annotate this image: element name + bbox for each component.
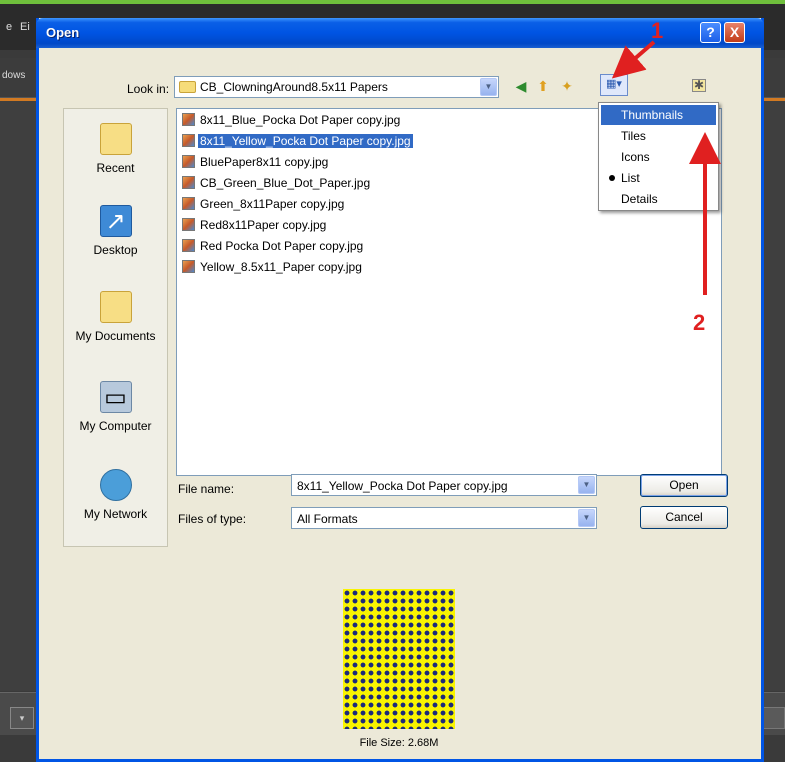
place-desktop[interactable]: ↗ Desktop bbox=[64, 205, 167, 257]
documents-folder-icon bbox=[99, 291, 132, 323]
place-label: My Computer bbox=[79, 419, 152, 433]
place-my-computer[interactable]: ▭ My Computer bbox=[64, 381, 167, 433]
dialog-title: Open bbox=[46, 25, 80, 40]
image-preview bbox=[343, 589, 455, 729]
place-label: Desktop bbox=[93, 243, 138, 257]
place-recent[interactable]: Recent bbox=[64, 123, 167, 175]
image-file-icon bbox=[182, 197, 195, 210]
desktop-icon: ↗ bbox=[99, 205, 132, 237]
look-in-label: Look in: bbox=[127, 82, 170, 96]
open-dialog: Open ? X Look in: CB_ClowningAround8.5x1… bbox=[36, 18, 764, 762]
annotation-step-1: 1 bbox=[651, 18, 664, 43]
file-name-label: File name: bbox=[178, 482, 235, 496]
view-option-icons[interactable]: Icons bbox=[601, 147, 716, 167]
back-arrow-icon[interactable]: ◀ bbox=[512, 77, 530, 95]
files-of-type-dropdown[interactable]: All Formats ▼ bbox=[291, 507, 597, 529]
file-list-item-selected[interactable]: 8x11_Yellow_Pocka Dot Paper copy.jpg bbox=[182, 133, 413, 150]
chevron-down-icon[interactable]: ▼ bbox=[578, 509, 595, 527]
file-list-item[interactable]: BluePaper8x11 copy.jpg bbox=[182, 154, 330, 171]
file-name-field[interactable]: 8x11_Yellow_Pocka Dot Paper copy.jpg ▼ bbox=[291, 474, 597, 496]
chevron-down-icon[interactable]: ▼ bbox=[578, 476, 595, 494]
image-file-icon bbox=[182, 260, 195, 273]
place-my-network[interactable]: My Network bbox=[64, 469, 167, 521]
image-file-icon bbox=[182, 155, 195, 168]
file-list-item[interactable]: Green_8x11Paper copy.jpg bbox=[182, 196, 346, 213]
image-file-icon bbox=[182, 239, 195, 252]
views-menu-icon[interactable]: ▦▾ bbox=[600, 74, 628, 96]
app-dropdown[interactable]: ▾ bbox=[10, 707, 34, 729]
app-panel-label: dows bbox=[2, 70, 26, 81]
file-list-item[interactable]: CB_Green_Blue_Dot_Paper.jpg bbox=[182, 175, 372, 192]
cancel-button[interactable]: Cancel bbox=[640, 506, 728, 529]
view-option-thumbnails[interactable]: Thumbnails bbox=[601, 105, 716, 125]
files-of-type-value: All Formats bbox=[297, 512, 358, 526]
file-name-value: 8x11_Yellow_Pocka Dot Paper copy.jpg bbox=[297, 479, 508, 493]
look-in-value: CB_ClowningAround8.5x11 Papers bbox=[200, 80, 388, 94]
file-list-item[interactable]: Red Pocka Dot Paper copy.jpg bbox=[182, 238, 365, 255]
place-label: My Network bbox=[83, 507, 148, 521]
file-list-item[interactable]: 8x11_Blue_Pocka Dot Paper copy.jpg bbox=[182, 112, 402, 129]
app-panel-button[interactable] bbox=[762, 707, 785, 729]
network-globe-icon bbox=[99, 469, 132, 501]
places-bar: Recent ↗ Desktop My Documents ▭ My Compu… bbox=[63, 108, 168, 547]
open-button[interactable]: Open bbox=[640, 474, 728, 497]
file-list-item[interactable]: Yellow_8.5x11_Paper copy.jpg bbox=[182, 259, 364, 276]
files-of-type-label: Files of type: bbox=[178, 512, 247, 526]
close-button[interactable]: X bbox=[724, 22, 745, 43]
help-button[interactable]: ? bbox=[700, 22, 721, 43]
image-file-icon bbox=[182, 134, 195, 147]
view-option-details[interactable]: Details bbox=[601, 189, 716, 209]
annotation-step-2: 2 bbox=[693, 310, 706, 335]
computer-icon: ▭ bbox=[99, 381, 132, 413]
chevron-down-icon[interactable]: ▼ bbox=[480, 78, 497, 96]
up-folder-icon[interactable]: ⬆ bbox=[534, 77, 552, 95]
view-option-label: List bbox=[621, 171, 640, 185]
recent-folder-icon bbox=[99, 123, 132, 155]
place-my-documents[interactable]: My Documents bbox=[64, 291, 167, 343]
radio-bullet-icon bbox=[609, 175, 615, 181]
file-size-label: File Size: 2.68M bbox=[359, 737, 439, 749]
new-folder-icon[interactable]: ✦ bbox=[558, 77, 576, 95]
image-file-icon bbox=[182, 113, 195, 126]
views-dropdown-menu: Thumbnails Tiles Icons List Details bbox=[598, 102, 719, 211]
app-menu-item[interactable]: Ei bbox=[20, 21, 30, 33]
place-label: Recent bbox=[96, 161, 135, 175]
desktop-folder-icon[interactable]: ✱ bbox=[692, 79, 706, 92]
view-option-tiles[interactable]: Tiles bbox=[601, 126, 716, 146]
app-menu-item[interactable]: e bbox=[6, 21, 12, 33]
folder-icon bbox=[179, 81, 196, 93]
image-file-icon bbox=[182, 218, 195, 231]
view-option-list[interactable]: List bbox=[601, 168, 716, 188]
file-list-item[interactable]: Red8x11Paper copy.jpg bbox=[182, 217, 328, 234]
image-file-icon bbox=[182, 176, 195, 189]
place-label: My Documents bbox=[75, 329, 156, 343]
look-in-dropdown[interactable]: CB_ClowningAround8.5x11 Papers ▼ bbox=[174, 76, 499, 98]
